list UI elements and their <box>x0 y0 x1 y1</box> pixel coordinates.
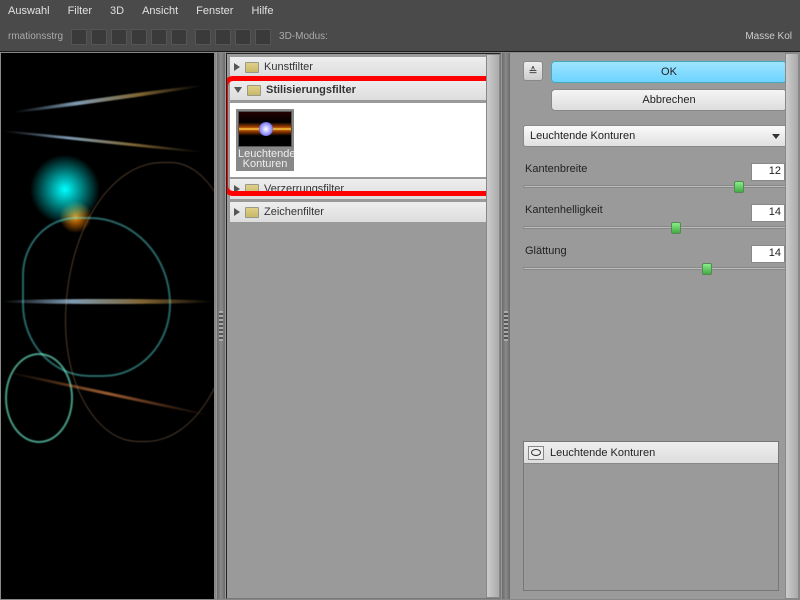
align-icon[interactable] <box>111 29 127 45</box>
slider-value-input[interactable]: 12 <box>751 163 785 181</box>
slider-glaettung: Glättung 14 <box>523 245 787 270</box>
dropdown-value: Leuchtende Konturen <box>530 130 635 142</box>
thumb-image <box>238 111 292 147</box>
slider-track[interactable] <box>523 226 787 229</box>
scrollbar[interactable] <box>785 53 799 599</box>
menu-fenster[interactable]: Fenster <box>196 5 233 17</box>
slider-label: Kantenhelligkeit <box>525 204 603 222</box>
slider-track[interactable] <box>523 185 787 188</box>
collapse-triangle-icon <box>234 87 242 93</box>
effect-layer-label: Leuchtende Konturen <box>550 447 655 459</box>
category-zeichenfilter[interactable]: Zeichenfilter <box>229 201 498 223</box>
effect-layers-panel: Leuchtende Konturen <box>523 441 779 591</box>
menu-3d[interactable]: 3D <box>110 5 124 17</box>
category-verzerrungsfilter[interactable]: Verzerrungsfilter <box>229 178 498 200</box>
menu-bar: Auswahl Filter 3D Ansicht Fenster Hilfe <box>0 0 800 22</box>
align-icon[interactable] <box>131 29 147 45</box>
distribute-icon[interactable] <box>235 29 251 45</box>
effect-layer-row[interactable]: Leuchtende Konturen <box>524 442 778 464</box>
visibility-eye-icon[interactable] <box>528 446 544 460</box>
slider-thumb[interactable] <box>671 222 681 234</box>
preview-pane[interactable] <box>1 53 216 599</box>
menu-filter[interactable]: Filter <box>68 5 92 17</box>
scrollbar[interactable] <box>486 54 500 598</box>
folder-icon <box>245 207 259 218</box>
slider-thumb[interactable] <box>734 181 744 193</box>
align-icon[interactable] <box>171 29 187 45</box>
pane-divider[interactable] <box>501 53 511 599</box>
expand-triangle-icon <box>234 63 240 71</box>
double-chevron-up-icon: ≙ <box>528 65 537 78</box>
expand-triangle-icon <box>234 208 240 216</box>
expand-triangle-icon <box>234 185 240 193</box>
slider-kantenhelligkeit: Kantenhelligkeit 14 <box>523 204 787 229</box>
slider-label: Glättung <box>525 245 567 263</box>
category-label: Kunstfilter <box>264 61 313 73</box>
align-icons <box>71 29 187 45</box>
category-label: Stilisierungsfilter <box>266 84 356 96</box>
options-bar: rmationsstrg 3D-Modus: Masse Kol <box>0 22 800 52</box>
filter-thumb-leuchtende-konturen[interactable]: LeuchtendeKonturen <box>236 109 294 171</box>
folder-icon <box>245 62 259 73</box>
distribute-icons <box>195 29 271 45</box>
distribute-icon[interactable] <box>215 29 231 45</box>
tool-label: rmationsstrg <box>8 31 63 42</box>
thumb-label: LeuchtendeKonturen <box>238 147 292 169</box>
align-icon[interactable] <box>71 29 87 45</box>
filter-thumbnails: LeuchtendeKonturen <box>229 102 498 178</box>
category-label: Zeichenfilter <box>264 206 324 218</box>
folder-icon <box>247 85 261 96</box>
folder-icon <box>245 184 259 195</box>
slider-kantenbreite: Kantenbreite 12 <box>523 163 787 188</box>
slider-label: Kantenbreite <box>525 163 587 181</box>
cancel-button[interactable]: Abbrechen <box>551 89 787 111</box>
distribute-icon[interactable] <box>195 29 211 45</box>
mode3d-label: 3D-Modus: <box>279 31 328 42</box>
pane-divider[interactable] <box>216 53 226 599</box>
align-icon[interactable] <box>151 29 167 45</box>
category-label: Verzerrungsfilter <box>264 183 344 195</box>
menu-ansicht[interactable]: Ansicht <box>142 5 178 17</box>
ok-button[interactable]: OK <box>551 61 787 83</box>
slider-value-input[interactable]: 14 <box>751 204 785 222</box>
menu-hilfe[interactable]: Hilfe <box>251 5 273 17</box>
effect-dropdown[interactable]: Leuchtende Konturen <box>523 125 787 147</box>
slider-value-input[interactable]: 14 <box>751 245 785 263</box>
filter-categories-pane: Kunstfilter Stilisierungsfilter Leuchten… <box>226 53 501 599</box>
collapse-filters-button[interactable]: ≙ <box>523 61 543 81</box>
distribute-icon[interactable] <box>255 29 271 45</box>
menu-auswahl[interactable]: Auswahl <box>8 5 50 17</box>
category-kunstfilter[interactable]: Kunstfilter <box>229 56 498 78</box>
filter-controls-pane: ≙ OK Abbrechen Leuchtende Konturen Kante… <box>511 53 799 599</box>
slider-thumb[interactable] <box>702 263 712 275</box>
filter-gallery-dialog: Kunstfilter Stilisierungsfilter Leuchten… <box>0 52 800 600</box>
preview-image <box>1 53 214 599</box>
category-stilisierungsfilter[interactable]: Stilisierungsfilter <box>229 79 498 101</box>
align-icon[interactable] <box>91 29 107 45</box>
panel-tab-hint: Masse Kol <box>745 31 792 42</box>
chevron-down-icon <box>772 134 780 139</box>
slider-track[interactable] <box>523 267 787 270</box>
